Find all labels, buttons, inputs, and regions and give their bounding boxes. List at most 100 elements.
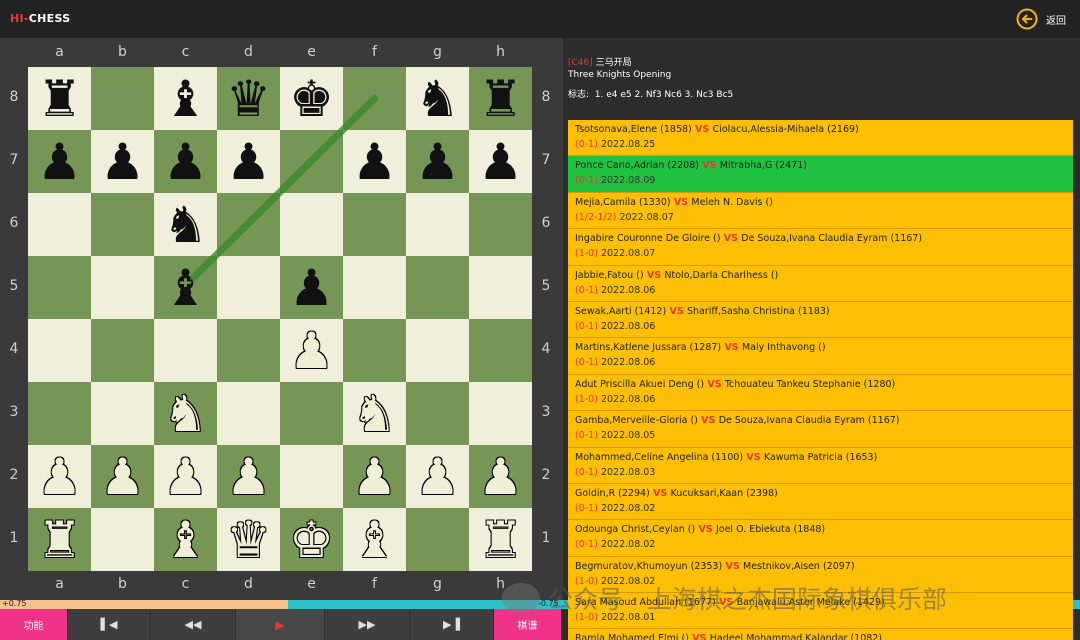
square-f6[interactable] xyxy=(343,193,406,256)
white-knight-icon[interactable]: ♞ xyxy=(352,389,397,439)
white-pawn-icon[interactable]: ♟ xyxy=(352,452,397,502)
square-e6[interactable] xyxy=(280,193,343,256)
black-rook-icon[interactable]: ♜ xyxy=(37,74,82,124)
game-list-item[interactable]: Sara Masoud Abdullah (1677) VS Banjawalu… xyxy=(568,593,1073,630)
white-bishop-icon[interactable]: ♝ xyxy=(352,515,397,565)
black-bishop-icon[interactable]: ♝ xyxy=(163,263,208,313)
square-h7[interactable]: ♟ xyxy=(469,130,532,193)
square-h3[interactable] xyxy=(469,382,532,445)
black-pawn-icon[interactable]: ♟ xyxy=(478,137,523,187)
function-button[interactable]: 功能 xyxy=(0,609,68,640)
square-a6[interactable] xyxy=(28,193,91,256)
previous-move-button[interactable]: ◀◀ xyxy=(151,609,236,640)
square-g8[interactable]: ♞ xyxy=(406,67,469,130)
square-c6[interactable]: ♞ xyxy=(154,193,217,256)
square-d5[interactable] xyxy=(217,256,280,319)
square-f7[interactable]: ♟ xyxy=(343,130,406,193)
square-b8[interactable] xyxy=(91,67,154,130)
square-h6[interactable] xyxy=(469,193,532,256)
square-f4[interactable] xyxy=(343,319,406,382)
square-c3[interactable]: ♞ xyxy=(154,382,217,445)
square-g3[interactable] xyxy=(406,382,469,445)
square-h2[interactable]: ♟ xyxy=(469,445,532,508)
square-b7[interactable]: ♟ xyxy=(91,130,154,193)
square-d1[interactable]: ♛ xyxy=(217,508,280,571)
square-h8[interactable]: ♜ xyxy=(469,67,532,130)
game-list-item[interactable]: Begmuratov,Khumoyun (2353) VS Mestnikov,… xyxy=(568,556,1073,594)
games-list[interactable]: Tsotsonava,Elene (1858) VS Ciolacu,Aless… xyxy=(568,120,1073,640)
square-e3[interactable] xyxy=(280,382,343,445)
white-rook-icon[interactable]: ♜ xyxy=(478,515,523,565)
square-f8[interactable] xyxy=(343,67,406,130)
white-rook-icon[interactable]: ♜ xyxy=(37,515,82,565)
game-list-item[interactable]: Goldin,R (2294) VS Kucuksari,Kaan (2398)… xyxy=(568,483,1073,521)
square-c1[interactable]: ♝ xyxy=(154,508,217,571)
white-queen-icon[interactable]: ♛ xyxy=(226,515,271,565)
game-list-item[interactable]: Gamba,Merveille-Gloria () VS De Souza,Iv… xyxy=(568,411,1073,448)
back-button[interactable]: 返回 xyxy=(1016,8,1066,30)
game-list-item[interactable]: Martins,Katlene Jussara (1287) VS Maly I… xyxy=(568,338,1073,375)
square-b2[interactable]: ♟ xyxy=(91,445,154,508)
white-bishop-icon[interactable]: ♝ xyxy=(163,515,208,565)
black-pawn-icon[interactable]: ♟ xyxy=(352,137,397,187)
black-pawn-icon[interactable]: ♟ xyxy=(100,137,145,187)
square-g5[interactable] xyxy=(406,256,469,319)
first-move-button[interactable]: ▌◀ xyxy=(68,609,151,640)
square-g4[interactable] xyxy=(406,319,469,382)
square-c5[interactable]: ♝ xyxy=(154,256,217,319)
white-pawn-icon[interactable]: ♟ xyxy=(100,452,145,502)
square-b5[interactable] xyxy=(91,256,154,319)
square-e5[interactable]: ♟ xyxy=(280,256,343,319)
game-list-item[interactable]: Jabbie,Fatou () VS Ntolo,Darla Charlhess… xyxy=(568,265,1073,302)
white-pawn-icon[interactable]: ♟ xyxy=(226,452,271,502)
black-king-icon[interactable]: ♚ xyxy=(289,74,334,124)
black-pawn-icon[interactable]: ♟ xyxy=(226,137,271,187)
square-f5[interactable] xyxy=(343,256,406,319)
white-king-icon[interactable]: ♚ xyxy=(289,515,334,565)
square-e8[interactable]: ♚ xyxy=(280,67,343,130)
white-pawn-icon[interactable]: ♟ xyxy=(37,452,82,502)
square-f2[interactable]: ♟ xyxy=(343,445,406,508)
black-pawn-icon[interactable]: ♟ xyxy=(289,263,334,313)
square-c2[interactable]: ♟ xyxy=(154,445,217,508)
black-bishop-icon[interactable]: ♝ xyxy=(163,74,208,124)
white-pawn-icon[interactable]: ♟ xyxy=(415,452,460,502)
black-rook-icon[interactable]: ♜ xyxy=(478,74,523,124)
black-pawn-icon[interactable]: ♟ xyxy=(37,137,82,187)
square-a7[interactable]: ♟ xyxy=(28,130,91,193)
square-d6[interactable] xyxy=(217,193,280,256)
game-list-item[interactable]: Sewak,Aarti (1412) VS Shariff,Sasha Chri… xyxy=(568,301,1073,339)
square-g1[interactable] xyxy=(406,508,469,571)
last-move-button[interactable]: ▶▐ xyxy=(410,609,494,640)
chess-board[interactable]: ♜ ♝ ♛ ♚ ♞ ♜ ♟ ♟ ♟ ♟ ♟ ♟ ♟ ♞ ♝ ♟ ♟ ♞ ♞ ♟ ♟ ♟ ♟ ♟ ♟ ♟ ♜ ♝ ♛ ♚ ♝ ♜ xyxy=(28,67,532,571)
white-pawn-icon[interactable]: ♟ xyxy=(163,452,208,502)
game-list-item[interactable]: Ponce Cano,Adrian (2208) VS Mitrabha,G (… xyxy=(568,156,1073,193)
square-e4[interactable]: ♟ xyxy=(280,319,343,382)
square-b6[interactable] xyxy=(91,193,154,256)
square-a5[interactable] xyxy=(28,256,91,319)
game-list-item[interactable]: Ingabire Couronne De Gloire () VS De Sou… xyxy=(568,229,1073,266)
square-f1[interactable]: ♝ xyxy=(343,508,406,571)
square-e7[interactable] xyxy=(280,130,343,193)
black-queen-icon[interactable]: ♛ xyxy=(226,74,271,124)
square-c4[interactable] xyxy=(154,319,217,382)
square-d7[interactable]: ♟ xyxy=(217,130,280,193)
white-pawn-icon[interactable]: ♟ xyxy=(478,452,523,502)
square-c7[interactable]: ♟ xyxy=(154,130,217,193)
square-a8[interactable]: ♜ xyxy=(28,67,91,130)
square-e1[interactable]: ♚ xyxy=(280,508,343,571)
game-list-item[interactable]: Odounga Christ,Ceylan () VS Joel O. Ebie… xyxy=(568,520,1073,557)
game-list-item[interactable]: Mohammed,Celine Angelina (1100) VS Kawum… xyxy=(568,447,1073,484)
square-h5[interactable] xyxy=(469,256,532,319)
square-h4[interactable] xyxy=(469,319,532,382)
square-e2[interactable] xyxy=(280,445,343,508)
next-move-button[interactable]: ▶▶ xyxy=(325,609,410,640)
square-a2[interactable]: ♟ xyxy=(28,445,91,508)
square-h1[interactable]: ♜ xyxy=(469,508,532,571)
square-b1[interactable] xyxy=(91,508,154,571)
black-pawn-icon[interactable]: ♟ xyxy=(163,137,208,187)
square-b3[interactable] xyxy=(91,382,154,445)
black-pawn-icon[interactable]: ♟ xyxy=(415,137,460,187)
game-list-item[interactable]: Ramla Mohamed Elmi () VS Hadeel Mohammad… xyxy=(568,629,1073,640)
game-list-item[interactable]: Adut Priscilla Akuei Deng () VS Tchouate… xyxy=(568,374,1073,412)
